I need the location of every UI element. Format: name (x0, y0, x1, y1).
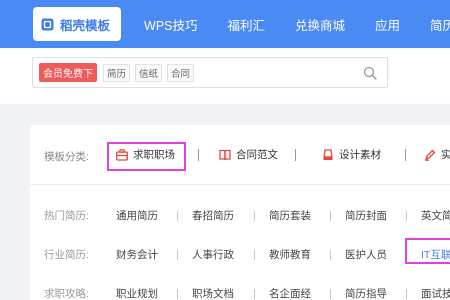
search-input[interactable]: 会员免费下 简历 信纸 合同 (32, 57, 388, 88)
job-guide-row: 求职攻略: 职业规划 职场文档 名企面经 简历指导 面试技 (30, 275, 450, 300)
nav-item-docer-templates[interactable]: 稻壳模板 (33, 7, 122, 41)
category-design-materials[interactable]: 设计素材 (322, 147, 381, 162)
row-divider (254, 250, 255, 260)
list-item[interactable]: 职业规划 (116, 275, 158, 300)
industry-resume-row: 行业简历: 财务会计 人事行政 教师教育 医护人员 IT互联 (30, 236, 450, 274)
list-item[interactable]: 通用简历 (116, 197, 158, 235)
list-item[interactable]: 职场文档 (192, 275, 234, 300)
nav-item-label: 稻壳模板 (60, 18, 111, 33)
nav-item-label: WPS技巧 (144, 18, 198, 33)
list-item[interactable]: 英文简 (421, 197, 450, 235)
nav-item-apps[interactable]: 应用 (364, 7, 411, 41)
list-item[interactable]: 教师教育 (269, 236, 311, 274)
nav-item-label: 应用 (375, 18, 401, 33)
template-category-card: 模板分类: 求职职场 合同范文 设计素材 实 热门简历: 通用简历 春招简历 简… (30, 125, 450, 300)
nav-item-exchange-mall[interactable]: 兑换商城 (284, 7, 356, 41)
paint-bucket-icon (323, 148, 333, 160)
list-item[interactable]: 医护人员 (345, 236, 387, 274)
category-job-career[interactable]: 求职职场 (116, 147, 175, 162)
list-item[interactable]: 人事行政 (192, 236, 234, 274)
row-divider (177, 289, 178, 299)
top-navigation: 稻壳模板 WPS技巧 福利汇 兑换商城 应用 简历定 (0, 0, 450, 48)
list-item[interactable]: 简历套装 (269, 197, 311, 235)
search-icon[interactable] (363, 66, 377, 80)
nav-item-resume-custom[interactable]: 简历定 (419, 7, 450, 41)
row-divider (177, 250, 178, 260)
nav-item-welfare[interactable]: 福利汇 (217, 7, 277, 41)
category-label: 模板分类: (44, 151, 89, 163)
row-divider (330, 289, 331, 299)
search-band: 会员免费下 简历 信纸 合同 (0, 48, 450, 104)
row-label: 行业简历: (44, 249, 89, 261)
nav-item-wps-tips[interactable]: WPS技巧 (133, 7, 208, 41)
category-item-label: 合同范文 (236, 149, 278, 161)
dock-logo-icon (41, 18, 54, 31)
briefcase-icon (116, 148, 128, 161)
category-item-label: 求职职场 (133, 149, 175, 161)
category-practical[interactable]: 实 (424, 147, 450, 162)
list-item[interactable]: 简历指导 (345, 275, 387, 300)
row-label: 求职攻略: (44, 288, 89, 300)
row-label: 热门简历: (44, 210, 89, 222)
row-divider (406, 289, 407, 299)
nav-item-label: 福利汇 (227, 18, 266, 33)
row-divider (330, 250, 331, 260)
nav-item-label: 兑换商城 (295, 18, 346, 33)
category-divider (295, 149, 296, 161)
row-divider (406, 211, 407, 221)
search-hint-tag[interactable]: 简历 (103, 63, 131, 82)
row-divider (330, 211, 331, 221)
category-divider (405, 149, 406, 161)
book-icon (219, 149, 231, 160)
list-item[interactable]: 春招简历 (192, 197, 234, 235)
category-row: 模板分类: 求职职场 合同范文 设计素材 实 (30, 125, 450, 185)
pen-icon (424, 149, 436, 161)
hot-resume-row: 热门简历: 通用简历 春招简历 简历套装 简历封面 英文简 (30, 197, 450, 235)
row-divider (254, 289, 255, 299)
list-item[interactable]: 简历封面 (345, 197, 387, 235)
row-divider (254, 211, 255, 221)
category-item-label: 设计素材 (339, 149, 381, 161)
search-hint-tag[interactable]: 合同 (167, 63, 195, 82)
it-internet-highlight (405, 238, 450, 264)
category-contracts[interactable]: 合同范文 (219, 147, 278, 162)
nav-item-label: 简历定 (430, 18, 450, 33)
row-divider (177, 211, 178, 221)
list-item[interactable]: 财务会计 (116, 236, 158, 274)
category-divider (198, 149, 199, 161)
list-item[interactable]: 面试技 (421, 275, 450, 300)
member-free-download-tag[interactable]: 会员免费下 (39, 63, 97, 82)
search-hint-tag[interactable]: 信纸 (135, 63, 163, 82)
list-item[interactable]: 名企面经 (269, 275, 311, 300)
category-item-label: 实 (441, 149, 450, 161)
